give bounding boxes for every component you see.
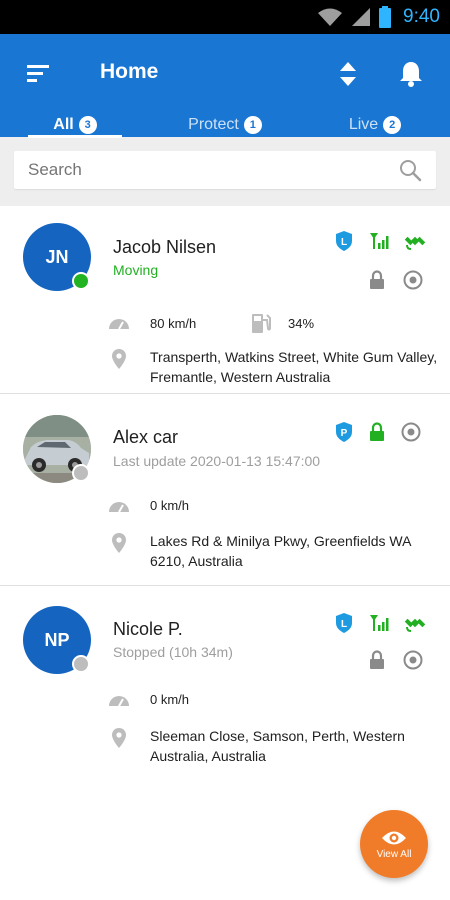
speed-row: 0 km/h [108, 692, 189, 707]
device-name: Nicole P. [113, 619, 183, 639]
gsm-signal-icon [370, 615, 389, 631]
device-feature-icons: P [334, 421, 422, 443]
sort-icon[interactable] [337, 59, 359, 94]
fuel-level-value: 34% [288, 315, 315, 331]
location-pin-icon [108, 347, 130, 387]
fuel-pump-icon [250, 312, 272, 334]
speed-value: 80 km/h [150, 315, 197, 331]
view-all-label: View All [376, 848, 412, 860]
tab-protect[interactable]: Protect 1 [150, 112, 300, 137]
speed-row: 0 km/h [108, 498, 189, 513]
gsm-signal-icon [370, 233, 389, 249]
lock-icon[interactable] [368, 422, 386, 442]
tab-live-count-badge: 2 [383, 115, 402, 134]
search-area [0, 137, 450, 206]
speedometer-icon [108, 693, 130, 707]
tab-all[interactable]: All 3 [0, 112, 150, 138]
tab-all-count-badge: 3 [78, 115, 97, 134]
tab-protect-label: Protect [188, 115, 239, 133]
notifications-bell-icon[interactable] [398, 60, 424, 93]
tab-bar: All 3 Protect 1 Live 2 [0, 112, 450, 138]
speedometer-icon [108, 499, 130, 513]
address-text: Transperth, Watkins Street, White Gum Va… [150, 349, 438, 385]
device-feature-icons: L [334, 230, 426, 252]
shield-p-icon: P [336, 422, 352, 442]
address-text: Lakes Rd & Minilya Pkwy, Greenfields WA … [150, 533, 411, 569]
speed-value: 0 km/h [150, 692, 190, 707]
speed-row: 80 km/h 34% [108, 312, 314, 334]
filter-menu-icon[interactable] [24, 61, 54, 87]
device-card[interactable]: JN Jacob Nilsen Moving L 80 km/h 34% Tra… [0, 206, 450, 394]
online-status-dot [72, 272, 90, 290]
search-input[interactable] [28, 160, 328, 180]
lock-icon[interactable] [368, 270, 386, 290]
speedometer-icon [108, 316, 130, 330]
avatar-initials: NP [44, 629, 70, 650]
address-row: Sleeman Close, Samson, Perth, Western Au… [108, 726, 440, 766]
svg-text:L: L [341, 619, 347, 630]
search-box[interactable] [14, 151, 436, 189]
locate-target-icon[interactable] [400, 421, 422, 443]
speed-value: 0 km/h [150, 498, 190, 513]
page-title: Home [100, 60, 159, 83]
device-name: Jacob Nilsen [113, 237, 217, 257]
clock: 9:40 [403, 6, 440, 27]
signal-icon [352, 8, 371, 26]
app-bar: Home All 3 Protect 1 Live 2 [0, 34, 450, 138]
status-bar: 9:40 [0, 0, 450, 34]
offline-status-dot [72, 655, 90, 673]
locate-target-icon[interactable] [402, 649, 424, 671]
address-text: Sleeman Close, Samson, Perth, Western Au… [150, 728, 405, 764]
location-pin-icon [108, 726, 130, 766]
gps-satellite-icon [404, 236, 426, 250]
location-pin-icon [108, 531, 130, 571]
search-icon[interactable] [398, 158, 422, 182]
tab-live[interactable]: Live 2 [300, 112, 450, 137]
device-status: Moving [113, 262, 159, 278]
tab-all-label: All [53, 115, 74, 133]
device-card[interactable]: NP Nicole P. Stopped (10h 34m) L 0 km/h … [0, 586, 450, 776]
address-row: Transperth, Watkins Street, White Gum Va… [108, 347, 440, 387]
locate-target-icon[interactable] [402, 269, 424, 291]
wifi-icon [318, 8, 343, 26]
offline-status-dot [72, 464, 90, 482]
avatar-initials: JN [45, 246, 69, 267]
gps-satellite-icon [404, 618, 426, 632]
lock-icon[interactable] [368, 650, 386, 670]
device-action-icons [368, 269, 424, 291]
view-all-button[interactable]: View All [360, 810, 428, 878]
device-action-icons [368, 649, 424, 671]
tab-live-label: Live [348, 115, 379, 133]
device-card[interactable]: Alex car Last update 2020-01-13 15:47:00… [0, 394, 450, 586]
device-status: Last update 2020-01-13 15:47:00 [113, 453, 321, 469]
eye-icon [382, 831, 406, 844]
svg-text:L: L [341, 237, 347, 248]
address-row: Lakes Rd & Minilya Pkwy, Greenfields WA … [108, 531, 440, 571]
device-name: Alex car [113, 427, 179, 447]
device-feature-icons: L [334, 612, 426, 634]
svg-text:P: P [341, 428, 348, 439]
shield-l-icon: L [336, 613, 352, 633]
shield-l-icon: L [336, 231, 352, 251]
battery-icon [379, 6, 392, 28]
device-status: Stopped (10h 34m) [113, 644, 233, 660]
tab-protect-count-badge: 1 [243, 115, 262, 134]
